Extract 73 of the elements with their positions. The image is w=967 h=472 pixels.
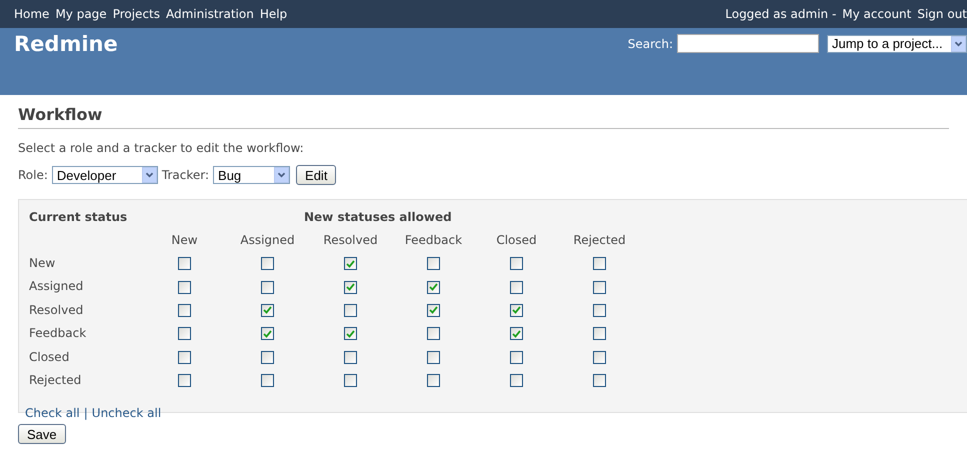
row-header: Assigned — [28, 278, 84, 296]
column-header: Resolved — [322, 232, 379, 249]
checkbox[interactable] — [178, 374, 191, 388]
checkbox[interactable] — [510, 257, 523, 270]
checkbox[interactable] — [510, 350, 523, 364]
checkbox[interactable] — [344, 374, 357, 388]
checkbox[interactable] — [593, 257, 606, 270]
column-header: Rejected — [572, 232, 627, 249]
checkbox[interactable] — [178, 350, 191, 364]
menu-link[interactable]: Administration — [166, 7, 254, 21]
project-dropdown[interactable]: Jump to a project... — [827, 34, 967, 52]
site-title: Redmine — [14, 32, 118, 56]
column-group-heading: Current status — [28, 210, 128, 226]
checkbox[interactable] — [261, 327, 274, 340]
menu-link[interactable]: Home — [14, 7, 50, 21]
row-header: New — [28, 255, 56, 272]
checkbox[interactable] — [178, 304, 191, 317]
checkbox[interactable] — [510, 327, 523, 340]
checkbox[interactable] — [344, 257, 357, 270]
logged-in-text: Logged as admin - — [725, 7, 836, 21]
menu-link[interactable]: My page — [55, 7, 107, 21]
checkbox[interactable] — [427, 374, 440, 388]
search-field[interactable] — [677, 34, 819, 53]
column-header: New — [170, 232, 199, 249]
check-all-link[interactable]: Check all — [25, 406, 80, 420]
row-header: Resolved — [28, 302, 84, 319]
instruction-text: Select a role and a tracker to edit the workflow: — [18, 141, 305, 155]
checkbox[interactable] — [427, 304, 440, 317]
checkbox[interactable] — [344, 280, 357, 294]
tracker-label: Tracker: — [162, 168, 210, 182]
checkbox[interactable] — [593, 374, 606, 388]
page-title: Workflow — [18, 105, 949, 129]
tracker-dropdown[interactable]: Bug — [213, 166, 290, 184]
link-separator: | — [84, 406, 88, 420]
row-header: Rejected — [28, 372, 82, 389]
column-header: Assigned — [239, 232, 296, 249]
checkbox[interactable] — [427, 350, 440, 364]
checkbox[interactable] — [261, 374, 274, 388]
checkbox[interactable] — [510, 280, 523, 294]
checkbox[interactable] — [427, 327, 440, 340]
edit-button[interactable]: Edit — [296, 165, 336, 185]
uncheck-all-link[interactable]: Uncheck all — [92, 406, 162, 420]
checkbox[interactable] — [427, 257, 440, 270]
menu-link[interactable]: Projects — [112, 7, 160, 21]
checkbox[interactable] — [261, 350, 274, 364]
row-header: Feedback — [28, 325, 88, 342]
column-group-heading: New statuses allowed — [304, 210, 453, 226]
menu-link[interactable]: Help — [260, 7, 288, 21]
role-label: Role: — [18, 168, 48, 182]
checkbox[interactable] — [593, 280, 606, 294]
checkbox[interactable] — [593, 350, 606, 364]
column-header: Closed — [495, 232, 538, 249]
column-header: Feedback — [404, 232, 464, 249]
checkbox[interactable] — [261, 257, 274, 270]
checkbox[interactable] — [178, 280, 191, 294]
row-header: Closed — [28, 348, 70, 366]
search-label: Search: — [628, 36, 673, 50]
role-dropdown[interactable]: Developer — [52, 166, 158, 184]
checkbox[interactable] — [261, 280, 274, 294]
checkbox[interactable] — [510, 304, 523, 317]
checkbox[interactable] — [178, 327, 191, 340]
checkbox[interactable] — [510, 374, 523, 388]
checkbox[interactable] — [344, 327, 357, 340]
account-link[interactable]: Sign out — [917, 7, 967, 21]
checkbox[interactable] — [427, 280, 440, 294]
checkbox[interactable] — [593, 327, 606, 340]
account-link[interactable]: My account — [842, 7, 912, 21]
checkbox[interactable] — [344, 304, 357, 317]
checkbox[interactable] — [261, 304, 274, 317]
checkbox[interactable] — [593, 304, 606, 317]
save-button[interactable]: Save — [18, 424, 66, 444]
checkbox[interactable] — [344, 350, 357, 364]
checkbox[interactable] — [178, 257, 191, 270]
